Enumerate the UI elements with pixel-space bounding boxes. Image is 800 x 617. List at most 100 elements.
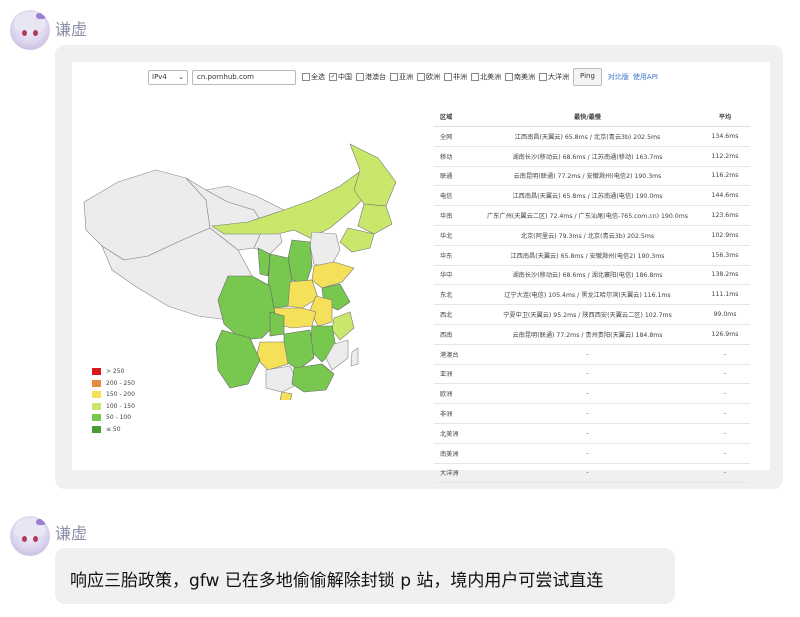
region-checkbox[interactable]: 港澳台	[356, 72, 386, 82]
results-table: 区域 最快/最慢 平均 全网 江西南昌(天翼云) 65.8ms / 北京(青云3b…	[434, 107, 750, 484]
legend-swatch	[92, 379, 101, 387]
table-row: 西南 云南昆明(联通) 77.2ms / 贵州贵阳(天翼云) 184.8ms 126…	[434, 324, 750, 345]
legend-label: ≤ 50	[106, 425, 121, 433]
region-checkbox-label: 港澳台	[365, 73, 386, 81]
checkbox-unchecked-icon	[356, 73, 364, 81]
cell-fastest-slowest: -	[475, 344, 700, 365]
region-checkbox[interactable]: 大洋洲	[539, 72, 569, 82]
region-taiwan	[350, 347, 359, 367]
table-row: 华中 湖南长沙(移动云) 68.6ms / 湖北襄阳(电信) 186.8ms 138…	[434, 265, 750, 286]
url-input[interactable]: cn.pornhub.com	[192, 69, 296, 85]
cell-fastest-slowest: 湖南长沙(移动云) 68.6ms / 湖北襄阳(电信) 186.8ms	[475, 265, 700, 286]
region-checkbox[interactable]: 北美洲	[471, 72, 501, 82]
region-zhejiang	[331, 311, 355, 341]
cell-fastest-slowest: 北京(阿里云) 79.3ms / 北京(青云3b) 202.5ms	[475, 225, 700, 246]
cell-fastest-slowest: -	[475, 423, 700, 444]
cell-fastest-slowest: 广东广州(天翼云二区) 72.4ms / 广东汕尾(电信-765.com.cn)…	[475, 205, 700, 226]
region-checkbox[interactable]: 非洲	[444, 72, 467, 82]
header-region: 区域	[434, 107, 475, 127]
cell-fastest-slowest: 湖南长沙(移动云) 68.6ms / 江苏南通(移动) 163.7ms	[475, 146, 700, 167]
cell-average: 99.0ms	[700, 304, 750, 325]
cell-average: 116.2ms	[700, 166, 750, 187]
cell-region: 移动	[434, 146, 475, 167]
checkbox-unchecked-icon	[390, 73, 398, 81]
table-row: 华南 广东广州(天翼云二区) 72.4ms / 广东汕尾(电信-765.com.c…	[434, 205, 750, 226]
cell-fastest-slowest: 宁夏中卫(天翼云) 95.2ms / 陕西西安(天翼云二区) 102.7ms	[475, 304, 700, 325]
legend-label: > 250	[106, 368, 125, 376]
table-row: 港澳台 - -	[434, 344, 750, 365]
region-checkbox-label: 大洋洲	[548, 73, 569, 81]
region-checkbox[interactable]: 亚洲	[390, 72, 413, 82]
table-row: 欧洲 - -	[434, 383, 750, 405]
cell-region: 华南	[434, 205, 475, 226]
cell-region: 联通	[434, 166, 475, 187]
legend-item: 100 - 150	[92, 401, 135, 413]
compare-link[interactable]: 对比版	[608, 72, 629, 82]
sender-name: 谦虚	[55, 524, 88, 543]
cell-region: 西南	[434, 324, 475, 345]
region-checkbox-label: 北美洲	[480, 73, 501, 81]
table-row: 华东 江西南昌(天翼云) 65.8ms / 安徽滁州(电信2) 190.3ms 15…	[434, 245, 750, 266]
checkbox-unchecked-icon	[539, 73, 547, 81]
legend-swatch	[92, 425, 101, 433]
cell-average: 102.9ms	[700, 225, 750, 246]
cell-region: 华北	[434, 225, 475, 246]
table-row: 东北 辽宁大连(电信) 105.4ms / 黑龙江哈尔滨(天翼云) 116.1ms…	[434, 284, 750, 306]
cell-region: 港澳台	[434, 344, 475, 365]
region-checkbox-label: 亚洲	[399, 73, 413, 81]
region-checkbox-label: 中国	[338, 73, 352, 81]
region-jilin	[357, 203, 393, 235]
cell-region: 全网	[434, 126, 475, 147]
cell-average: -	[700, 364, 750, 385]
region-checkbox-label: 欧洲	[426, 73, 440, 81]
cell-fastest-slowest: 云南昆明(联通) 77.2ms / 安徽滁州(电信2) 190.3ms	[475, 166, 700, 187]
table-row: 联通 云南昆明(联通) 77.2ms / 安徽滁州(电信2) 190.3ms 116…	[434, 166, 750, 187]
checkbox-unchecked-icon	[505, 73, 513, 81]
region-guizhou	[255, 341, 289, 371]
legend-label: 100 - 150	[106, 402, 135, 410]
table-row: 北美洲 - -	[434, 423, 750, 444]
region-checkbox-label: 非洲	[453, 73, 467, 81]
legend-swatch	[92, 402, 101, 410]
table-row: 华北 北京(阿里云) 79.3ms / 北京(青云3b) 202.5ms 102.9…	[434, 225, 750, 246]
legend-label: 150 - 200	[106, 391, 135, 399]
region-checkbox[interactable]: 欧洲	[417, 72, 440, 82]
cell-region: 北美洲	[434, 423, 475, 444]
checkbox-unchecked-icon	[471, 73, 479, 81]
cell-region: 华中	[434, 265, 475, 286]
legend-label: 50 - 100	[106, 414, 132, 422]
legend-item: ≤ 50	[92, 424, 135, 436]
checkbox-unchecked-icon	[417, 73, 425, 81]
table-row: 大洋洲 - -	[434, 463, 750, 484]
region-checkbox[interactable]: 全选	[302, 72, 325, 82]
cell-region: 南美洲	[434, 443, 475, 464]
cell-fastest-slowest: -	[475, 403, 700, 424]
china-latency-map	[83, 143, 397, 400]
region-checkbox[interactable]: 南美洲	[505, 72, 535, 82]
cell-average: -	[700, 463, 750, 484]
region-checkbox-label: 南美洲	[514, 73, 535, 81]
cell-region: 东北	[434, 284, 475, 306]
ip-version-select[interactable]: IPv4 ⌄	[148, 69, 188, 85]
region-checkbox[interactable]: ✓ 中国	[329, 72, 352, 82]
region-checkbox-label: 全选	[311, 73, 325, 81]
avatar[interactable]	[10, 516, 50, 556]
avatar[interactable]	[10, 10, 50, 50]
cell-average: -	[700, 403, 750, 424]
cell-average: 112.2ms	[700, 146, 750, 167]
cell-fastest-slowest: 辽宁大连(电信) 105.4ms / 黑龙江哈尔滨(天翼云) 116.1ms	[475, 284, 700, 306]
ping-button[interactable]: Ping	[573, 68, 602, 86]
cell-average: -	[700, 443, 750, 464]
api-link[interactable]: 使用API	[633, 72, 658, 82]
table-header-row: 区域 最快/最慢 平均	[434, 107, 750, 127]
cell-average: 123.6ms	[700, 205, 750, 226]
table-row: 亚洲 - -	[434, 364, 750, 385]
legend-swatch	[92, 368, 101, 376]
cell-fastest-slowest: 江西南昌(天翼云) 65.8ms / 北京(青云3b) 202.5ms	[475, 126, 700, 147]
cell-region: 欧洲	[434, 383, 475, 405]
cell-average: -	[700, 383, 750, 405]
table-row: 南美洲 - -	[434, 443, 750, 464]
legend-item: 150 - 200	[92, 389, 135, 401]
cell-fastest-slowest: -	[475, 383, 700, 405]
cell-region: 电信	[434, 185, 475, 207]
